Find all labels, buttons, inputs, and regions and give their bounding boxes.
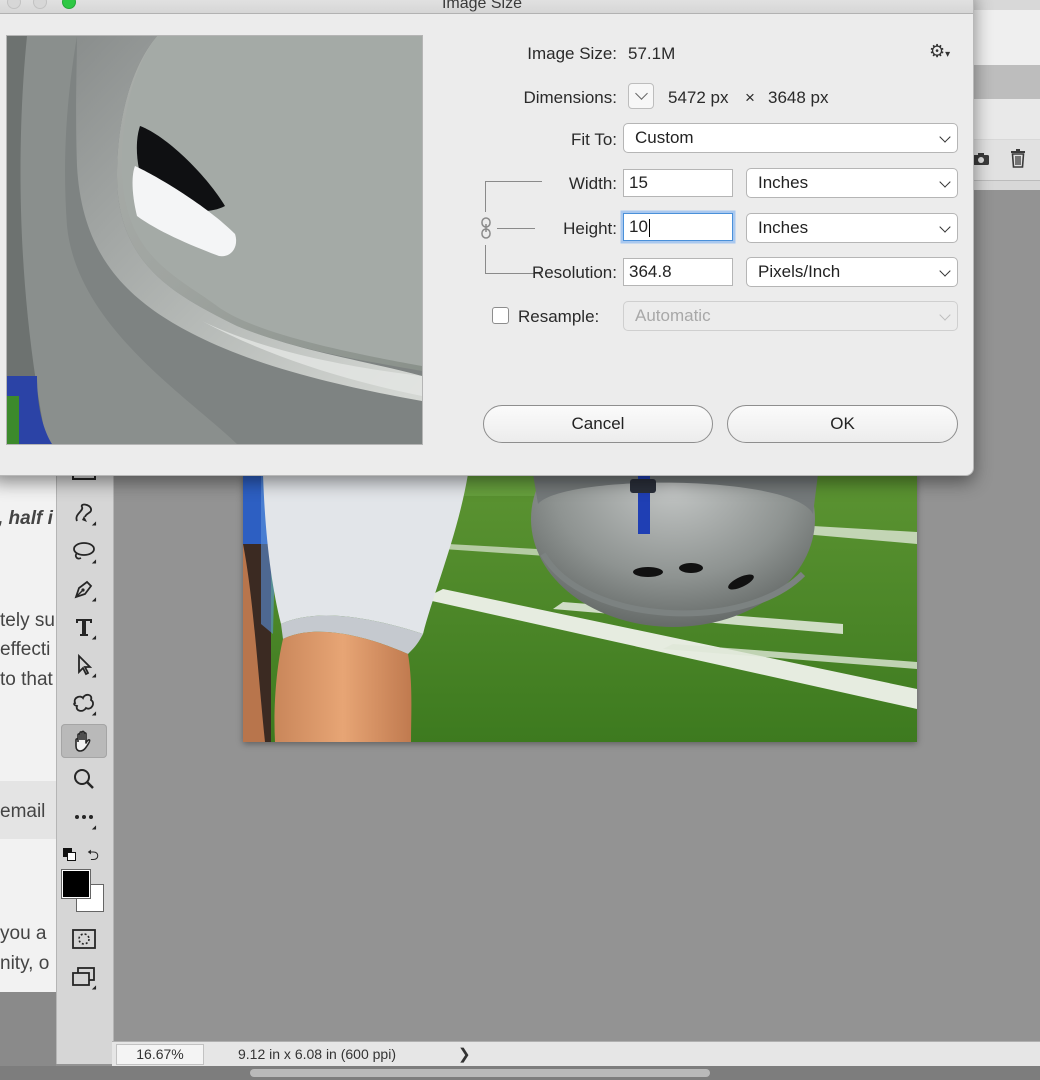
panel-band <box>972 10 1040 65</box>
settings-gear-icon[interactable]: ⚙▾ <box>929 41 950 62</box>
resolution-label: Resolution: <box>531 263 617 282</box>
panel-band <box>972 65 1040 99</box>
fit-to-select[interactable]: Custom <box>623 123 958 153</box>
zoom-level-field[interactable]: 16.67% <box>116 1044 204 1065</box>
image-size-dialog: Image Size ⚙▾ Image Size: 57.1M Dimensio… <box>0 0 974 476</box>
more-tools-icon[interactable] <box>61 800 107 834</box>
dialog-title: Image Size <box>441 0 523 12</box>
dialog-titlebar: Image Size <box>0 0 973 14</box>
page-text: , half i <box>0 508 53 529</box>
horizontal-scrollbar[interactable] <box>0 1066 1040 1080</box>
constrain-proportions-link-icon[interactable] <box>479 217 493 239</box>
resolution-unit-value: Pixels/Inch <box>758 262 841 281</box>
hand-icon[interactable] <box>61 724 107 758</box>
zoom-icon[interactable] <box>61 762 107 796</box>
resample-method-select[interactable]: Automatic <box>623 301 958 331</box>
chevron-down-icon <box>635 87 648 100</box>
background-web-page: , half i tely su effecti to that email y… <box>0 474 56 992</box>
tools-panel: ⮌ <box>56 472 114 1064</box>
panel-band <box>972 99 1040 139</box>
helmet-closeup-preview <box>7 36 422 444</box>
screen-mode-icon[interactable] <box>61 960 107 994</box>
type-icon[interactable] <box>61 610 107 644</box>
chevron-down-icon <box>939 309 951 321</box>
custom-shape-icon[interactable] <box>61 686 107 720</box>
page-text: tely su <box>0 610 55 631</box>
trash-icon[interactable] <box>1009 148 1027 168</box>
height-input-value: 10 <box>629 217 648 236</box>
pen-icon[interactable] <box>61 572 107 606</box>
dimensions-label: Dimensions: <box>523 88 617 107</box>
freeform-pen-icon[interactable] <box>61 496 107 530</box>
status-menu-arrow-icon[interactable]: ❯ <box>458 1045 471 1063</box>
fit-to-value: Custom <box>635 128 694 147</box>
default-colors-icon[interactable] <box>63 848 77 862</box>
resolution-unit-select[interactable]: Pixels/Inch <box>746 257 958 287</box>
cancel-button[interactable]: Cancel <box>483 405 713 443</box>
right-panel <box>972 0 1040 190</box>
swap-colors-icon[interactable]: ⮌ <box>87 845 99 870</box>
panel-band <box>972 140 1040 181</box>
page-text: to that <box>0 669 53 690</box>
scrollbar-thumb[interactable] <box>250 1069 710 1077</box>
page-text: effecti <box>0 639 51 660</box>
fit-to-label: Fit To: <box>571 130 617 149</box>
chevron-down-icon <box>939 221 951 233</box>
dimensions-height: 3648 px <box>768 88 829 107</box>
image-size-value: 57.1M <box>628 44 676 63</box>
text-cursor <box>648 218 650 237</box>
page-text: you a <box>0 923 47 944</box>
image-size-label: Image Size: <box>527 44 617 63</box>
height-input[interactable]: 10 <box>623 213 733 241</box>
status-bar: 16.67% 9.12 in x 6.08 in (600 ppi) ❯ <box>112 1041 1040 1066</box>
document-info: 9.12 in x 6.08 in (600 ppi) <box>238 1046 396 1062</box>
chevron-down-icon <box>939 176 951 188</box>
dimensions-times: × <box>745 88 755 107</box>
resample-checkbox[interactable] <box>492 307 509 324</box>
width-unit-value: Inches <box>758 173 809 192</box>
lasso-icon[interactable] <box>61 534 107 568</box>
football-photo <box>243 474 917 742</box>
height-unit-value: Inches <box>758 218 809 237</box>
image-preview[interactable] <box>6 35 423 445</box>
width-unit-select[interactable]: Inches <box>746 168 958 198</box>
chevron-down-icon <box>939 131 951 143</box>
width-input[interactable]: 15 <box>623 169 733 197</box>
camera-icon[interactable] <box>972 150 990 168</box>
height-unit-select[interactable]: Inches <box>746 213 958 243</box>
resample-method-value: Automatic <box>635 306 711 325</box>
path-selection-icon[interactable] <box>61 648 107 682</box>
ok-button[interactable]: OK <box>727 405 958 443</box>
resample-label: Resample: <box>518 307 600 326</box>
chevron-down-icon <box>939 265 951 277</box>
quick-mask-icon[interactable] <box>61 922 107 956</box>
height-label: Height: <box>563 219 617 238</box>
page-text: nity, o <box>0 953 50 974</box>
dimensions-width: 5472 px <box>668 88 729 107</box>
document-image[interactable] <box>243 474 917 742</box>
resolution-input[interactable]: 364.8 <box>623 258 733 286</box>
dimensions-unit-toggle[interactable] <box>628 83 654 109</box>
width-label: Width: <box>568 174 617 193</box>
page-text: email <box>0 801 46 822</box>
foreground-color-swatch[interactable] <box>62 870 90 898</box>
